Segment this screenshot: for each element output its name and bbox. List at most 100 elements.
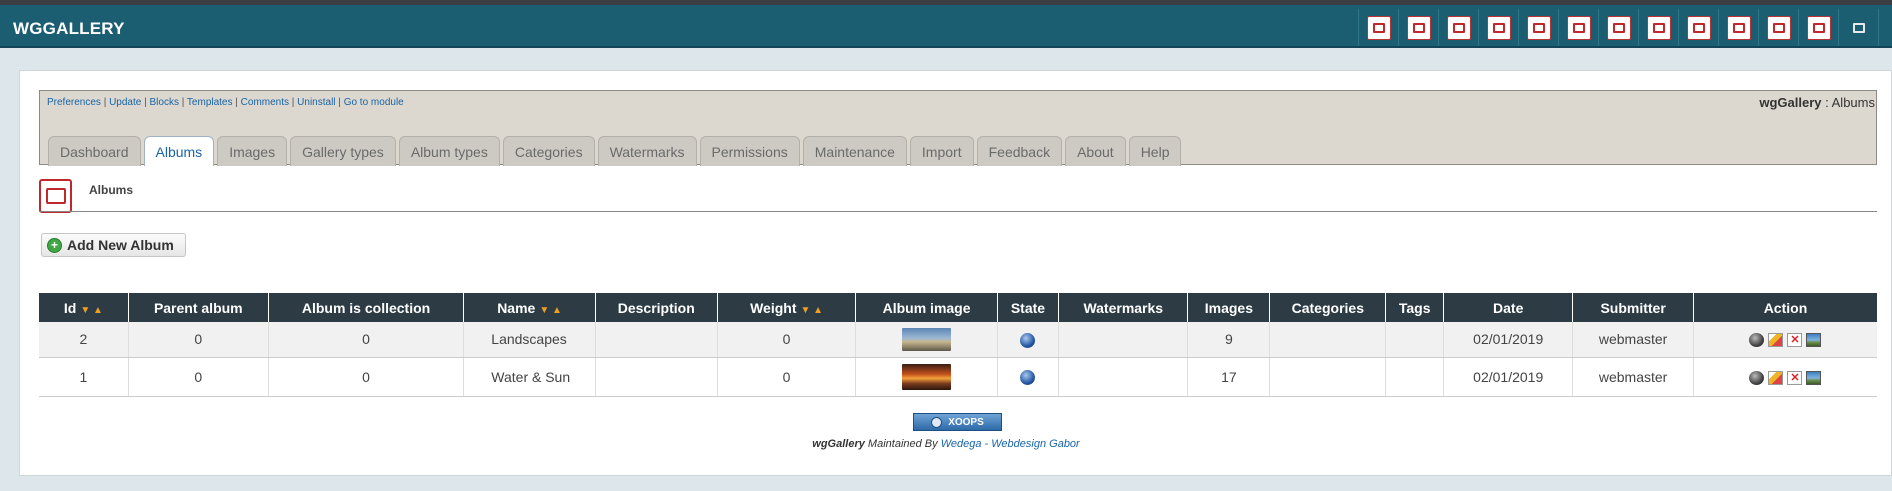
sort-arrows-icon[interactable]: ▼ ▲ <box>539 305 562 316</box>
cell-submitter: webmaster <box>1572 322 1694 358</box>
col-submitter: Submitter <box>1572 293 1694 322</box>
col-categories: Categories <box>1269 293 1387 322</box>
gallery-types-icon[interactable] <box>1478 9 1518 46</box>
cell-weight: 0 <box>717 322 857 358</box>
footer-author-link[interactable]: Wedega - Webdesign Gabor <box>941 438 1080 450</box>
module-footer: wgGallery Maintained By Wedega - Webdesi… <box>0 438 1892 450</box>
col-name[interactable]: Name ▼ ▲ <box>463 293 596 322</box>
table-header-row: Id ▼ ▲ Parent album Album is collection N… <box>39 293 1877 322</box>
view-icon[interactable] <box>1749 333 1765 348</box>
link-comments[interactable]: Comments <box>241 97 289 108</box>
admin-links: Preferences | Update | Blocks | Template… <box>47 97 404 108</box>
col-images: Images <box>1187 293 1271 322</box>
dashboard-icon[interactable] <box>1358 9 1398 46</box>
albums-icon[interactable] <box>1398 9 1438 46</box>
cell-date: 02/01/2019 <box>1443 322 1574 358</box>
landscape-thumbnail[interactable] <box>902 327 952 351</box>
link-uninstall[interactable]: Uninstall <box>297 97 335 108</box>
footer-module-name: wgGallery <box>812 438 865 450</box>
cell-images: 17 <box>1187 357 1271 397</box>
cell-date: 02/01/2019 <box>1443 357 1574 397</box>
watermarks-icon[interactable] <box>1598 9 1638 46</box>
module-name: wgGallery <box>1759 95 1822 110</box>
cell-parent: 0 <box>128 357 269 397</box>
add-new-album-button[interactable]: + Add New Album <box>41 233 186 257</box>
cell-weight: 0 <box>717 357 857 397</box>
online-icon[interactable] <box>1020 369 1036 385</box>
maintenance-icon[interactable] <box>1678 9 1718 46</box>
link-go-to-module[interactable]: Go to module <box>344 97 404 108</box>
tab-feedback[interactable]: Feedback <box>976 136 1063 166</box>
cell-tags <box>1385 322 1445 358</box>
sort-arrows-icon[interactable]: ▼ ▲ <box>800 305 823 316</box>
xoops-badge-label: XOOPS <box>948 416 984 428</box>
breadcrumb-separator: : <box>1821 95 1832 110</box>
delete-icon[interactable]: ✕ <box>1787 370 1803 385</box>
edit-icon[interactable] <box>1768 333 1784 348</box>
module-admin-box: Preferences | Update | Blocks | Template… <box>39 90 1877 166</box>
cell-action: ✕ <box>1693 357 1877 397</box>
link-update[interactable]: Update <box>109 97 141 108</box>
images-icon[interactable] <box>1806 333 1822 348</box>
view-icon[interactable] <box>1749 370 1765 385</box>
import-icon[interactable] <box>1718 9 1758 46</box>
link-templates[interactable]: Templates <box>187 97 233 108</box>
admin-header-bar: WGGALLERY <box>0 5 1892 48</box>
albums-section-icon <box>39 179 72 213</box>
table-row: 2 0 0 Landscapes 0 9 02/01/2019 webmaste… <box>39 322 1877 358</box>
tab-album-types[interactable]: Album types <box>398 136 500 166</box>
tab-albums[interactable]: Albums <box>143 136 215 166</box>
col-album-image: Album image <box>855 293 998 322</box>
online-icon[interactable] <box>1020 332 1036 348</box>
cell-id: 2 <box>39 322 129 358</box>
tab-categories[interactable]: Categories <box>502 136 595 166</box>
tab-dashboard[interactable]: Dashboard <box>48 136 141 166</box>
tab-watermarks[interactable]: Watermarks <box>597 136 697 166</box>
col-weight[interactable]: Weight ▼ ▲ <box>717 293 857 322</box>
tab-permissions[interactable]: Permissions <box>699 136 800 166</box>
cell-collection: 0 <box>268 322 465 358</box>
admin-tabs: Dashboard Albums Images Gallery types Album … <box>48 136 1182 166</box>
cell-watermarks <box>1058 322 1189 358</box>
cell-images: 9 <box>1187 322 1271 358</box>
slideshow-icon[interactable] <box>1838 9 1878 46</box>
admin-toolbar <box>1358 9 1892 46</box>
xoops-globe-icon <box>931 416 943 428</box>
settings-icon[interactable] <box>1878 9 1892 46</box>
images-icon[interactable] <box>1438 9 1478 46</box>
delete-icon[interactable]: ✕ <box>1787 333 1803 348</box>
images-icon[interactable] <box>1806 370 1822 385</box>
current-section: Albums <box>1831 95 1875 110</box>
xoops-badge[interactable]: XOOPS <box>913 413 1002 431</box>
categories-icon[interactable] <box>1558 9 1598 46</box>
permissions-icon[interactable] <box>1638 9 1678 46</box>
cell-description <box>595 322 718 358</box>
cell-name: Landscapes <box>463 322 596 358</box>
tab-import[interactable]: Import <box>909 136 974 166</box>
sort-arrows-icon[interactable]: ▼ ▲ <box>80 305 103 316</box>
tab-about[interactable]: About <box>1065 136 1126 166</box>
tab-gallery-types[interactable]: Gallery types <box>290 136 396 166</box>
cell-categories <box>1269 322 1387 358</box>
col-id[interactable]: Id ▼ ▲ <box>39 293 129 322</box>
col-parent-album: Parent album <box>128 293 269 322</box>
about-icon[interactable] <box>1798 9 1838 46</box>
feedback-icon[interactable] <box>1758 9 1798 46</box>
cell-description <box>595 357 718 397</box>
edit-icon[interactable] <box>1768 370 1784 385</box>
albums-table: Id ▼ ▲ Parent album Album is collection N… <box>39 293 1877 397</box>
footer-maintained-by: Maintained By <box>867 438 938 450</box>
sunset-thumbnail[interactable] <box>902 363 952 390</box>
cell-name: Water & Sun <box>463 357 596 397</box>
section-divider <box>39 211 1877 212</box>
album-types-icon[interactable] <box>1518 9 1558 46</box>
cell-watermarks <box>1058 357 1189 397</box>
tab-maintenance[interactable]: Maintenance <box>802 136 907 166</box>
col-state: State <box>997 293 1060 322</box>
cell-tags <box>1385 357 1445 397</box>
link-blocks[interactable]: Blocks <box>149 97 178 108</box>
link-preferences[interactable]: Preferences <box>47 97 101 108</box>
tab-images[interactable]: Images <box>217 136 288 166</box>
col-watermarks: Watermarks <box>1058 293 1189 322</box>
tab-help[interactable]: Help <box>1128 136 1182 166</box>
